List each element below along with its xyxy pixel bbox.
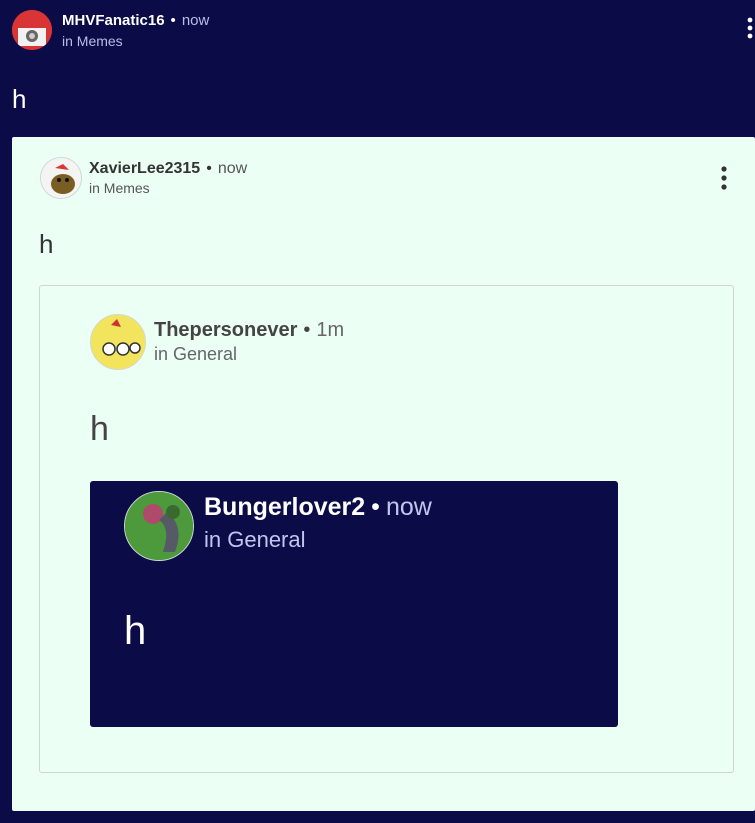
post-header: Bungerlover2 • now	[204, 493, 432, 522]
separator-dot: •	[170, 12, 176, 29]
quoted-post-xavierlee2315[interactable]: XavierLee2315 • now in Memes h Theperson…	[12, 137, 755, 811]
post-header: Thepersonever • 1m	[154, 319, 344, 342]
separator-dot: •	[206, 160, 212, 177]
kebab-menu-icon[interactable]	[744, 16, 755, 40]
post-mhvfanatic16: MHVFanatic16 • now in Memes h XavierLee231…	[0, 0, 755, 823]
kebab-menu-icon[interactable]	[718, 165, 730, 191]
post-time: now	[217, 160, 248, 177]
quoted-post-thepersonever[interactable]: Thepersonever • 1m in General h Bungerlove…	[39, 285, 734, 773]
post-time: now	[181, 12, 210, 29]
post-time: now	[385, 493, 432, 521]
user-avatar[interactable]	[12, 10, 52, 50]
post-body: h	[12, 84, 27, 114]
author-name[interactable]: MHVFanatic16	[62, 12, 165, 29]
author-name[interactable]: Thepersonever	[154, 319, 297, 341]
author-name[interactable]: XavierLee2315	[89, 160, 200, 177]
post-header: MHVFanatic16 • now	[62, 12, 209, 29]
user-avatar[interactable]	[124, 491, 194, 561]
post-header: XavierLee2315 • now	[89, 160, 247, 178]
separator-dot: •	[303, 319, 311, 341]
author-name[interactable]: Bungerlover2	[204, 493, 365, 521]
post-body: h	[124, 609, 147, 653]
post-body: h	[39, 229, 54, 259]
post-channel[interactable]: in General	[204, 527, 306, 553]
post-channel[interactable]: in Memes	[89, 180, 150, 196]
post-channel[interactable]: in Memes	[62, 33, 123, 49]
post-time: 1m	[316, 319, 345, 341]
post-channel[interactable]: in General	[154, 344, 237, 365]
post-body: h	[90, 410, 109, 448]
separator-dot: •	[371, 493, 380, 521]
quoted-post-bungerlover2[interactable]: Bungerlover2 • now in General h	[90, 481, 618, 727]
user-avatar[interactable]	[90, 314, 146, 370]
user-avatar[interactable]	[40, 157, 82, 199]
